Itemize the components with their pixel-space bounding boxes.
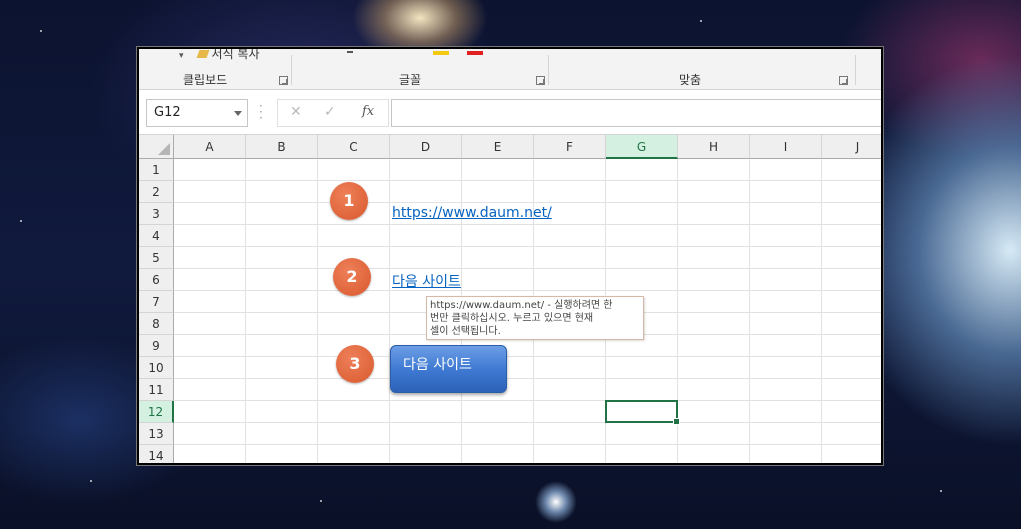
format-painter-button[interactable]: ▾ 서식 복사 [179,47,260,62]
tooltip-line: https://www.daum.net/ - 실행하려면 한 [430,300,613,311]
formula-input[interactable] [391,99,881,127]
format-painter-label: 서식 복사 [211,47,260,61]
column-header-j[interactable]: J [822,135,881,159]
gridline [174,290,881,291]
formula-bar: G12 · · · ✕ ✓ fx [139,90,881,135]
column-header-f[interactable]: F [534,135,606,159]
gridline [174,400,881,401]
star-decoration [40,30,42,32]
row-header-6[interactable]: 6 [139,269,174,291]
font-color-icon[interactable] [467,51,483,55]
column-header-i[interactable]: I [750,135,822,159]
format-painter-icon [196,50,209,58]
column-header-e[interactable]: E [462,135,534,159]
gridline [174,444,881,445]
gridline [174,356,881,357]
row-header-3[interactable]: 3 [139,203,174,225]
alignment-launcher-icon[interactable] [839,76,848,85]
clipboard-launcher-icon[interactable] [279,76,288,85]
row-header-9[interactable]: 9 [139,335,174,357]
column-header-d[interactable]: D [390,135,462,159]
name-box-value: G12 [154,105,181,120]
chevron-down-icon[interactable] [234,111,242,116]
excel-window: ▾ 서식 복사 클립보드 글꼴 맞춤 G12 · · · ✕ ✓ fx ABCDEFG… [136,46,884,466]
row-header-14[interactable]: 14 [139,445,174,463]
dropdown-arrow-icon: ▾ [179,51,184,61]
gridline [174,202,881,203]
gridline [174,224,881,225]
star-decoration [320,500,322,502]
star-decoration [940,490,942,492]
gridline [174,378,881,379]
row-header-10[interactable]: 10 [139,357,174,379]
group-label-font: 글꼴 [399,73,422,87]
row-header-7[interactable]: 7 [139,291,174,313]
star-decoration [90,480,92,482]
highlight-color-icon[interactable] [433,51,449,55]
gridline [174,246,881,247]
column-header-h[interactable]: H [678,135,750,159]
row-header-13[interactable]: 13 [139,423,174,445]
gridline [174,268,881,269]
ribbon: ▾ 서식 복사 클립보드 글꼴 맞춤 [139,49,881,90]
row-header-11[interactable]: 11 [139,379,174,401]
column-header-a[interactable]: A [174,135,246,159]
row-header-12[interactable]: 12 [139,401,174,423]
ribbon-control-partial[interactable] [347,51,353,53]
drag-handle-icon[interactable]: · · · [259,100,263,124]
hyperlink-url-cell[interactable]: https://www.daum.net/ [392,205,552,221]
step-badge-3: 3 [336,345,374,383]
column-header-b[interactable]: B [246,135,318,159]
star-decoration [700,20,702,22]
column-header-c[interactable]: C [318,135,390,159]
step-badge-1: 1 [330,182,368,220]
row-header-4[interactable]: 4 [139,225,174,247]
group-separator [548,55,549,85]
row-header-2[interactable]: 2 [139,181,174,203]
group-label-alignment: 맞춤 [679,73,702,87]
group-separator [855,55,856,85]
select-all-corner[interactable] [139,135,174,159]
hyperlink-tooltip: https://www.daum.net/ - 실행하려면 한 번만 클릭하십시… [426,296,644,340]
gridline [174,422,881,423]
row-header-5[interactable]: 5 [139,247,174,269]
row-header-1[interactable]: 1 [139,159,174,181]
daum-site-shape-button[interactable]: 다음 사이트 [390,345,507,393]
star-decoration [20,220,22,222]
insert-function-icon[interactable]: fx [362,104,374,119]
cancel-icon[interactable]: ✕ [290,104,302,120]
step-badge-2: 2 [333,258,371,296]
column-header-g[interactable]: G [606,135,678,159]
tooltip-line: 셀이 선택됩니다. [430,326,501,337]
group-separator [291,55,292,85]
group-label-clipboard: 클립보드 [183,73,228,87]
gridline [174,180,881,181]
enter-icon[interactable]: ✓ [324,104,336,120]
tooltip-line: 번만 클릭하십시오. 누르고 있으면 현재 [430,313,594,324]
hyperlink-text-cell[interactable]: 다음 사이트 [392,271,461,291]
formula-buttons: ✕ ✓ fx [277,99,389,127]
name-box[interactable]: G12 [146,99,248,127]
font-launcher-icon[interactable] [536,76,545,85]
active-cell[interactable] [605,400,680,425]
row-header-8[interactable]: 8 [139,313,174,335]
